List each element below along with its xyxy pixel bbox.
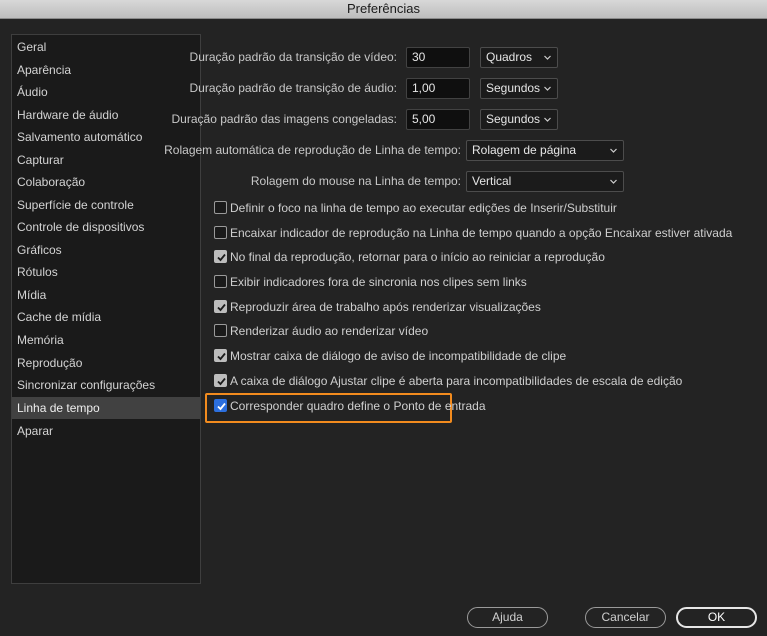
sidebar-item-rotulos[interactable]: Rótulos	[12, 261, 200, 283]
checkbox-label: Corresponder quadro define o Ponto de en…	[230, 399, 486, 413]
sidebar-item-geral[interactable]: Geral	[12, 36, 200, 58]
still-image-unit-dropdown[interactable]: Segundos	[480, 109, 558, 130]
checkbox-label: A caixa de diálogo Ajustar clipe é abert…	[230, 374, 683, 388]
sidebar-item-controle-dispositivos[interactable]: Controle de dispositivos	[12, 216, 200, 238]
chevron-down-icon	[544, 55, 551, 60]
video-transition-input[interactable]: 30	[406, 47, 470, 68]
checkbox-label: Exibir indicadores fora de sincronia nos…	[230, 275, 527, 289]
chevron-down-icon	[544, 86, 551, 91]
sidebar-item-colaboracao[interactable]: Colaboração	[12, 171, 200, 193]
window-title: Preferências	[0, 0, 767, 19]
checkbox-fit-clip[interactable]	[214, 374, 227, 387]
checkbox-mismatch-warning[interactable]	[214, 349, 227, 362]
sidebar-item-linha-de-tempo[interactable]: Linha de tempo	[12, 397, 200, 419]
chevron-down-icon	[544, 117, 551, 122]
checkbox-focus-timeline[interactable]	[214, 201, 227, 214]
checkbox-label: Reproduzir área de trabalho após renderi…	[230, 300, 541, 314]
sidebar-item-reproducao[interactable]: Reprodução	[12, 352, 200, 374]
checkmark-icon	[217, 377, 226, 386]
audio-transition-input[interactable]: 1,00	[406, 78, 470, 99]
checkbox-return-to-start[interactable]	[214, 250, 227, 263]
checkmark-icon	[217, 402, 226, 411]
checkbox-render-audio[interactable]	[214, 324, 227, 337]
checkmark-icon	[217, 352, 226, 361]
sidebar-item-aparar[interactable]: Aparar	[12, 420, 200, 442]
auto-scroll-dropdown[interactable]: Rolagem de página	[466, 140, 624, 161]
ok-button[interactable]: OK	[676, 607, 757, 628]
checkbox-play-work-area[interactable]	[214, 300, 227, 313]
checkbox-label: Renderizar áudio ao renderizar vídeo	[230, 324, 429, 338]
cancel-button[interactable]: Cancelar	[585, 607, 666, 628]
mouse-scroll-value: Vertical	[472, 174, 512, 188]
sidebar-item-superficie[interactable]: Superfície de controle	[12, 194, 200, 216]
sidebar-item-cache-midia[interactable]: Cache de mídia	[12, 306, 200, 328]
sidebar-item-aparencia[interactable]: Aparência	[12, 59, 200, 81]
checkbox-snap-playhead[interactable]	[214, 226, 227, 239]
still-image-input[interactable]: 5,00	[406, 109, 470, 130]
still-image-label: Duração padrão das imagens congeladas:	[171, 112, 397, 126]
checkbox-label: Definir o foco na linha de tempo ao exec…	[230, 201, 617, 215]
video-transition-unit-dropdown[interactable]: Quadros	[480, 47, 558, 68]
sidebar-item-audio[interactable]: Áudio	[12, 81, 200, 103]
checkbox-out-of-sync[interactable]	[214, 275, 227, 288]
audio-transition-label: Duração padrão de transição de áudio:	[189, 81, 397, 95]
auto-scroll-value: Rolagem de página	[472, 143, 577, 157]
auto-scroll-label: Rolagem automática de reprodução de Linh…	[164, 143, 461, 157]
sidebar-item-graficos[interactable]: Gráficos	[12, 239, 200, 261]
mouse-scroll-label: Rolagem do mouse na Linha de tempo:	[250, 174, 461, 188]
checkmark-icon	[217, 253, 226, 262]
help-button[interactable]: Ajuda	[467, 607, 548, 628]
checkbox-label: Mostrar caixa de diálogo de aviso de inc…	[230, 349, 567, 363]
sidebar-item-midia[interactable]: Mídia	[12, 284, 200, 306]
checkmark-icon	[217, 303, 226, 312]
sidebar-item-memoria[interactable]: Memória	[12, 329, 200, 351]
still-image-unit-value: Segundos	[486, 112, 541, 126]
checkbox-label: Encaixar indicador de reprodução na Linh…	[230, 226, 733, 240]
audio-transition-unit-value: Segundos	[486, 81, 541, 95]
checkbox-label: No final da reprodução, retornar para o …	[230, 250, 605, 264]
mouse-scroll-dropdown[interactable]: Vertical	[466, 171, 624, 192]
video-transition-unit-value: Quadros	[486, 50, 533, 64]
sidebar-item-sincronizar[interactable]: Sincronizar configurações	[12, 374, 200, 396]
chevron-down-icon	[610, 148, 617, 153]
video-transition-label: Duração padrão da transição de vídeo:	[189, 50, 397, 64]
checkbox-match-frame[interactable]	[214, 399, 227, 412]
audio-transition-unit-dropdown[interactable]: Segundos	[480, 78, 558, 99]
chevron-down-icon	[610, 179, 617, 184]
